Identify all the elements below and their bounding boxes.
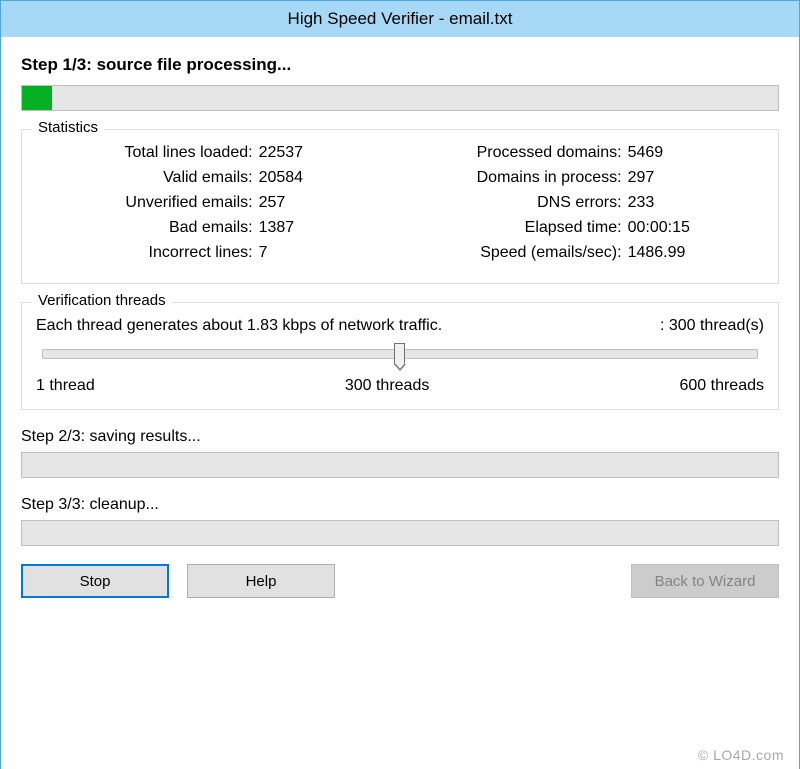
stat-incorrect-lines: Incorrect lines:7 [36, 244, 395, 262]
threads-traffic-text: Each thread generates about 1.83 kbps of… [36, 317, 442, 335]
statistics-table: Total lines loaded:22537 Valid emails:20… [36, 144, 764, 269]
stat-value: 233 [628, 194, 764, 212]
title-bar[interactable]: High Speed Verifier - email.txt [1, 1, 799, 37]
stat-value: 22537 [259, 144, 395, 162]
threads-slider-thumb[interactable] [394, 343, 405, 365]
stat-value: 5469 [628, 144, 764, 162]
stat-value: 7 [259, 244, 395, 262]
watermark: © LO4D.com [698, 747, 784, 763]
stat-label: Domains in process: [405, 169, 628, 187]
statistics-group: Statistics Total lines loaded:22537 Vali… [21, 129, 779, 284]
stat-value: 257 [259, 194, 395, 212]
step1-progress [21, 85, 779, 111]
statistics-col-left: Total lines loaded:22537 Valid emails:20… [36, 144, 395, 269]
stat-dns-errors: DNS errors:233 [405, 194, 764, 212]
stat-label: Speed (emails/sec): [405, 244, 628, 262]
stat-value: 00:00:15 [628, 219, 764, 237]
threads-legend: Verification threads [32, 292, 172, 309]
stat-label: Total lines loaded: [36, 144, 259, 162]
step2-block: Step 2/3: saving results... [21, 428, 779, 478]
stat-label: Valid emails: [36, 169, 259, 187]
statistics-legend: Statistics [32, 119, 104, 136]
statistics-col-right: Processed domains:5469 Domains in proces… [405, 144, 764, 269]
stat-label: Processed domains: [405, 144, 628, 162]
step1-label: Step 1/3: source file processing... [21, 55, 779, 75]
stat-domains-in-process: Domains in process:297 [405, 169, 764, 187]
stat-label: Unverified emails: [36, 194, 259, 212]
stat-value: 1387 [259, 219, 395, 237]
stat-bad-emails: Bad emails:1387 [36, 219, 395, 237]
threads-slider[interactable] [42, 349, 758, 359]
step2-label: Step 2/3: saving results... [21, 428, 779, 446]
button-row: Stop Help Back to Wizard [21, 564, 779, 598]
step1-progress-fill [22, 86, 52, 110]
client-area: Step 1/3: source file processing... Stat… [1, 37, 799, 769]
window-title: High Speed Verifier - email.txt [288, 9, 513, 28]
stat-value: 1486.99 [628, 244, 764, 262]
back-to-wizard-button: Back to Wizard [631, 564, 779, 598]
stat-valid-emails: Valid emails:20584 [36, 169, 395, 187]
stat-label: Elapsed time: [405, 219, 628, 237]
stat-speed: Speed (emails/sec):1486.99 [405, 244, 764, 262]
stat-label: Bad emails: [36, 219, 259, 237]
slider-mid-label: 300 threads [345, 377, 430, 395]
threads-text-row: Each thread generates about 1.83 kbps of… [36, 317, 764, 335]
step3-block: Step 3/3: cleanup... [21, 496, 779, 546]
step3-label: Step 3/3: cleanup... [21, 496, 779, 514]
threads-group: Verification threads Each thread generat… [21, 302, 779, 410]
stat-value: 20584 [259, 169, 395, 187]
app-window: High Speed Verifier - email.txt Step 1/3… [0, 0, 800, 769]
stat-processed-domains: Processed domains:5469 [405, 144, 764, 162]
threads-count-text: : 300 thread(s) [660, 317, 764, 335]
step2-progress [21, 452, 779, 478]
button-spacer [353, 564, 613, 598]
threads-slider-labels: 1 thread 300 threads 600 threads [36, 377, 764, 395]
stat-unverified-emails: Unverified emails:257 [36, 194, 395, 212]
stat-value: 297 [628, 169, 764, 187]
step3-progress [21, 520, 779, 546]
help-button[interactable]: Help [187, 564, 335, 598]
slider-min-label: 1 thread [36, 377, 95, 395]
stop-button[interactable]: Stop [21, 564, 169, 598]
stat-elapsed-time: Elapsed time:00:00:15 [405, 219, 764, 237]
stat-label: DNS errors: [405, 194, 628, 212]
stat-label: Incorrect lines: [36, 244, 259, 262]
stat-total-lines: Total lines loaded:22537 [36, 144, 395, 162]
slider-max-label: 600 threads [679, 377, 764, 395]
